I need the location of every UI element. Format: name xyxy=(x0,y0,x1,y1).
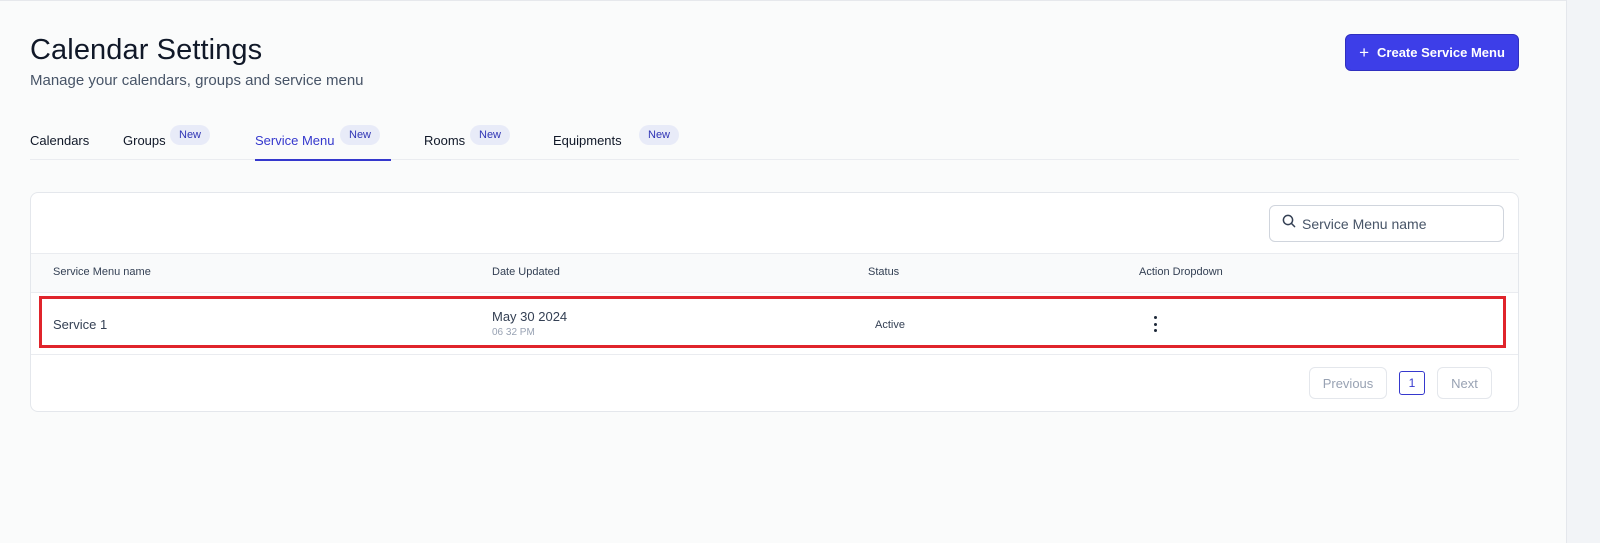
next-page-button[interactable]: Next xyxy=(1437,367,1492,399)
tab-label: Service Menu xyxy=(255,133,335,148)
date-updated-cell: May 30 2024 xyxy=(492,309,568,324)
top-divider xyxy=(0,0,1566,1)
kebab-menu-icon[interactable] xyxy=(1146,315,1164,333)
previous-page-button[interactable]: Previous xyxy=(1309,367,1387,399)
tab-label: Equipments xyxy=(553,133,622,148)
create-service-menu-button[interactable]: + Create Service Menu xyxy=(1345,34,1519,71)
column-header-action: Action Dropdown xyxy=(1139,266,1223,278)
plus-icon: + xyxy=(1359,42,1370,62)
column-header-name: Service Menu name xyxy=(53,266,151,278)
tab-label: Rooms xyxy=(424,133,466,148)
status-cell: Active xyxy=(875,319,905,331)
right-scrollbar-track[interactable] xyxy=(1566,0,1600,543)
column-header-status: Status xyxy=(868,266,900,278)
active-tab-indicator xyxy=(255,159,391,161)
table-header: Service Menu name Date Updated Status Ac… xyxy=(31,253,1518,293)
table-row[interactable]: Service 1 May 30 2024 06 32 PM Active xyxy=(31,293,1518,355)
tab-label: Calendars xyxy=(30,133,90,148)
time-updated-cell: 06 32 PM xyxy=(492,327,535,338)
tab-label: Groups xyxy=(123,133,166,148)
service-name-cell: Service 1 xyxy=(53,317,108,332)
create-service-menu-label: Create Service Menu xyxy=(1377,45,1505,60)
page-number-button[interactable]: 1 xyxy=(1399,371,1425,395)
new-badge: New xyxy=(639,125,680,145)
search-icon xyxy=(1282,214,1296,233)
search-box[interactable] xyxy=(1269,205,1504,242)
new-badge: New xyxy=(340,125,381,145)
new-badge: New xyxy=(470,125,511,145)
new-badge: New xyxy=(170,125,211,145)
column-header-date: Date Updated xyxy=(492,266,560,278)
tab-service-menu[interactable]: Service Menu New xyxy=(255,120,391,161)
settings-tabs: Calendars Groups New Service Menu New Ro… xyxy=(30,120,1519,161)
search-input[interactable] xyxy=(1302,215,1492,232)
service-menu-card: Service Menu name Date Updated Status Ac… xyxy=(30,192,1519,412)
page-subtitle: Manage your calendars, groups and servic… xyxy=(30,72,364,89)
page-title: Calendar Settings xyxy=(30,34,263,66)
